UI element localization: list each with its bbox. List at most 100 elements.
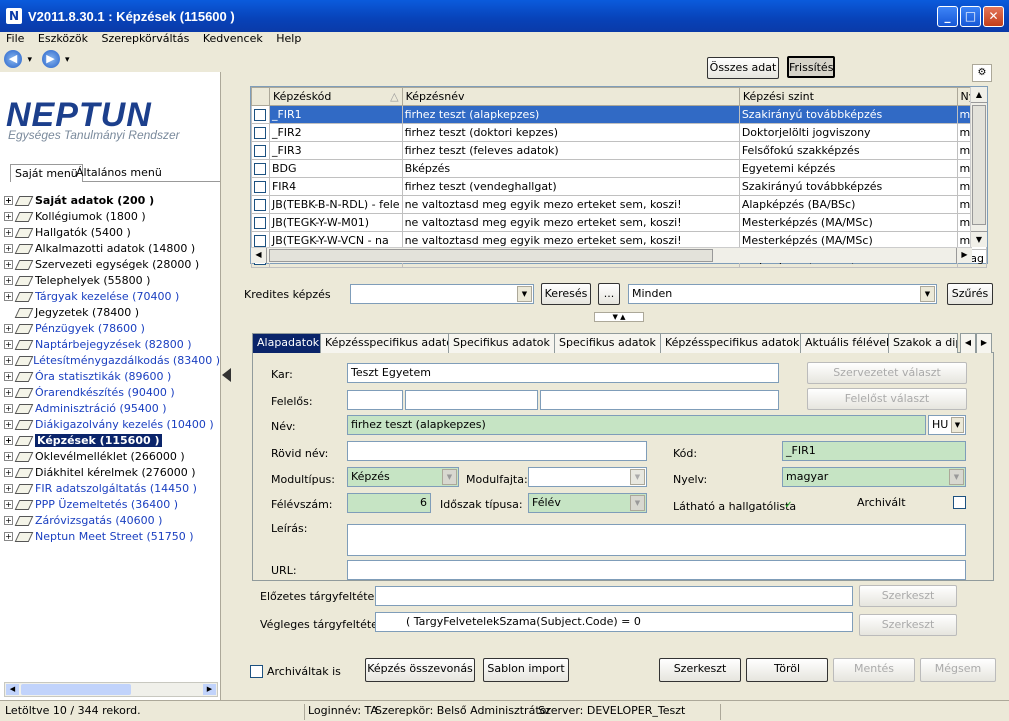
expand-icon[interactable]: + <box>4 467 13 477</box>
grid-horizontal-scrollbar[interactable]: ◀ ▶ <box>251 247 972 263</box>
felelos-field-3[interactable] <box>540 390 779 410</box>
felelos-field-1[interactable] <box>347 390 403 410</box>
leiras-field[interactable] <box>347 524 966 556</box>
tab-alapadatok[interactable]: Alapadatok <box>252 333 325 353</box>
row-checkbox[interactable] <box>254 127 266 139</box>
tab-next-icon[interactable]: ▶ <box>976 333 992 353</box>
tree-item[interactable]: + Diákigazolvány kezelés (10400 ) <box>4 416 220 432</box>
expand-icon[interactable]: + <box>4 371 13 381</box>
kereses-button[interactable]: Keresés <box>541 283 591 305</box>
scroll-thumb[interactable] <box>21 684 131 695</box>
tree-item[interactable]: + Pénzügyek (78600 ) <box>4 320 220 336</box>
tree-item[interactable]: + Naptárbejegyzések (82800 ) <box>4 336 220 352</box>
row-checkbox-cell[interactable] <box>251 141 270 160</box>
chevron-down-icon[interactable]: ▼ <box>951 417 964 433</box>
elozetes-szerkeszt-button[interactable]: Szerkeszt <box>859 585 957 607</box>
tree-item[interactable]: + Tárgyak kezelése (70400 ) <box>4 288 220 304</box>
tree-item[interactable]: + Alkalmazotti adatok (14800 ) <box>4 240 220 256</box>
tree-item[interactable]: + Telephelyek (55800 ) <box>4 272 220 288</box>
szervezetet-valaszt-button[interactable]: Szervezetet választ <box>807 362 967 384</box>
menu-help[interactable]: Help <box>276 32 301 45</box>
row-checkbox-cell[interactable] <box>251 105 270 124</box>
chevron-down-icon[interactable]: ▼ <box>949 469 964 485</box>
tab-aktualis-felevek[interactable]: Aktuális félévek <box>800 333 898 353</box>
tree-item[interactable]: + Kollégiumok (1800 ) <box>4 208 220 224</box>
chevron-down-icon[interactable]: ▼ <box>442 469 457 485</box>
back-icon[interactable]: ◀ <box>4 50 22 68</box>
expand-icon[interactable]: + <box>4 387 13 397</box>
menu-file[interactable]: File <box>6 32 24 45</box>
row-checkbox-cell[interactable] <box>251 123 270 142</box>
table-row[interactable]: _FIR1 firhez teszt (alapkepzes) Szakirányú… <box>251 105 988 124</box>
tab-prev-icon[interactable]: ◀ <box>960 333 976 353</box>
row-checkbox-cell[interactable] <box>251 159 270 178</box>
vegleges-szerkeszt-button[interactable]: Szerkeszt <box>859 614 957 636</box>
expand-icon[interactable]: + <box>4 323 13 333</box>
osszes-adat-button[interactable]: Összes adat <box>707 57 779 79</box>
table-row[interactable]: BDGBképzésEgyetemi képzésmag <box>251 159 988 178</box>
tree-item[interactable]: + Diákhitel kérelmek (276000 ) <box>4 464 220 480</box>
tree-item[interactable]: + Létesítménygazdálkodás (83400 ) <box>4 352 220 368</box>
tree-item[interactable]: + Adminisztráció (95400 ) <box>4 400 220 416</box>
url-field[interactable] <box>347 560 966 580</box>
row-checkbox-cell[interactable] <box>251 177 270 196</box>
row-checkbox-cell[interactable] <box>251 195 270 214</box>
expand-icon[interactable]: + <box>4 403 13 413</box>
grid-scroll-thumb[interactable] <box>972 105 986 225</box>
modulfajta-select[interactable]: ▼ <box>528 467 647 487</box>
sablon-import-button[interactable]: Sablon import <box>483 658 569 682</box>
expand-icon[interactable]: + <box>4 499 13 509</box>
tree-item[interactable]: + Oklevélmelléklet (266000 ) <box>4 448 220 464</box>
tab-altalanos-menu[interactable]: Általános menü <box>72 164 166 182</box>
row-checkbox[interactable] <box>254 199 266 211</box>
close-button[interactable]: ✕ <box>983 6 1004 27</box>
vegleges-field[interactable]: ( TargyFelvetelekSzama(Subject.Code) = 0 <box>375 612 853 632</box>
expand-icon[interactable]: + <box>4 275 13 285</box>
expand-icon[interactable]: + <box>4 483 13 493</box>
minimize-button[interactable]: _ <box>937 6 958 27</box>
col-kepzesi-szint[interactable]: Képzési szint <box>738 87 958 106</box>
kar-field[interactable]: Teszt Egyetem <box>347 363 779 383</box>
expand-icon[interactable]: + <box>4 435 13 445</box>
chevron-down-icon[interactable]: ▼ <box>630 495 645 511</box>
tree-item[interactable]: + Hallgatók (5400 ) <box>4 224 220 240</box>
tree-item[interactable]: + Szervezeti egységek (28000 ) <box>4 256 220 272</box>
table-row[interactable]: _FIR3 firhez teszt (feleves adatok) Felsőf… <box>251 141 988 160</box>
elozetes-field[interactable] <box>375 586 853 606</box>
mentes-button[interactable]: Mentés <box>833 658 915 682</box>
kredites-select[interactable]: ▼ <box>350 284 534 304</box>
scroll-right-icon[interactable]: ▶ <box>203 684 216 695</box>
expand-icon[interactable]: + <box>4 211 13 221</box>
scroll-left-icon[interactable]: ◀ <box>6 684 19 695</box>
table-row[interactable]: JB(TEGK-Y-W-M01) ne valtoztasd meg egyik … <box>251 213 988 232</box>
tree-item[interactable]: + Neptun Meet Street (51750 ) <box>4 528 220 544</box>
tab-specifikus-1[interactable]: Specifikus adatok 1 <box>448 333 566 353</box>
grid-hscroll-thumb[interactable] <box>269 249 713 262</box>
table-row[interactable]: FIR4 firhez teszt (vendeghallgat) Szakirán… <box>251 177 988 196</box>
felevszam-field[interactable]: 6 <box>347 493 431 513</box>
tree-item[interactable]: + Óra statisztikák (89600 ) <box>4 368 220 384</box>
lang-select[interactable]: HU ▼ <box>928 415 966 435</box>
tree-item[interactable]: + Záróvizsgatás (40600 ) <box>4 512 220 528</box>
tab-kepzesspecifikus[interactable]: Képzésspecifikus adatok <box>320 333 465 353</box>
tree-item[interactable]: + Saját adatok (200 ) <box>4 192 220 208</box>
forward-dropdown-icon[interactable]: ▾ <box>65 55 70 65</box>
row-checkbox-cell[interactable] <box>251 213 270 232</box>
row-checkbox[interactable] <box>254 217 266 229</box>
tree-item[interactable]: + PPP Üzemeltetés (36400 ) <box>4 496 220 512</box>
lathato-checkbox[interactable]: ✓ <box>782 500 795 513</box>
modultipus-select[interactable]: Képzés ▼ <box>347 467 459 487</box>
expand-icon[interactable]: + <box>4 451 13 461</box>
idoszak-select[interactable]: Félév ▼ <box>528 493 647 513</box>
megsem-button[interactable]: Mégsem <box>920 658 996 682</box>
settings-icon[interactable]: ⚙ <box>972 64 992 82</box>
table-row[interactable]: _FIR2 firhez teszt (doktori kepzes) Doktor… <box>251 123 988 142</box>
tree-item[interactable]: + Órarendkészítés (90400 ) <box>4 384 220 400</box>
szures-button[interactable]: Szűrés <box>947 283 993 305</box>
row-checkbox[interactable] <box>254 109 266 121</box>
left-horizontal-scrollbar[interactable]: ◀ ▶ <box>4 682 218 697</box>
tab-szakok[interactable]: Szakok a dipl <box>888 333 958 353</box>
more-button[interactable]: ... <box>598 283 620 305</box>
row-checkbox[interactable] <box>254 235 266 247</box>
expand-icon[interactable]: + <box>4 291 13 301</box>
